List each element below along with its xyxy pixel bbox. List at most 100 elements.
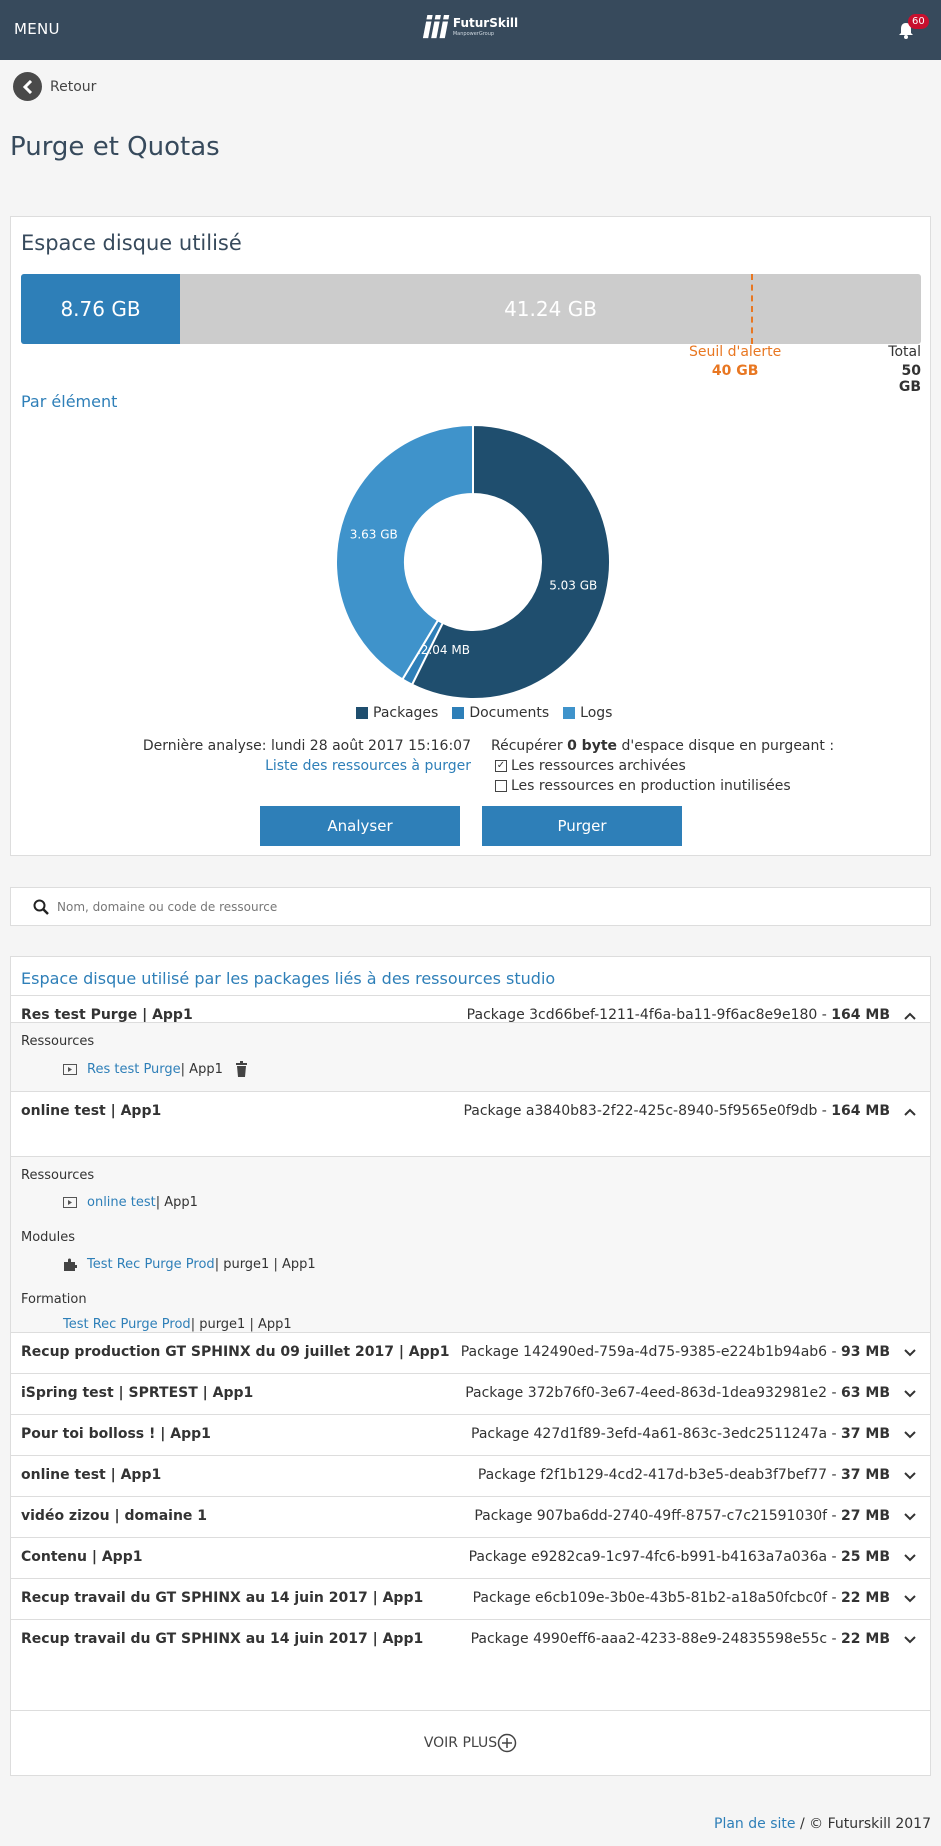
search-input[interactable]: Nom, domaine ou code de ressource [57,900,277,914]
trash-icon[interactable] [235,1061,248,1077]
recover-amount: 0 byte [567,738,618,754]
package-id: Package 427d1f89-3efd-4a61-863c-3edc2511… [471,1426,890,1442]
purge-list-link[interactable]: Liste des ressources à purger [265,758,471,774]
package-row[interactable]: iSpring test | SPRTEST | App1 Package 372… [11,1373,930,1414]
logo-sub: ManpowerGroup [452,31,495,37]
package-id: Package 372b76f0-3e67-4eed-863d-1dea9329… [465,1385,890,1401]
usage-donut-chart: 5.03 GB112.04 MB3.63 GB [335,423,611,700]
package-id: Package 142490ed-759a-4d75-9385-e224b1b9… [460,1344,890,1360]
package-size: 63 MB [841,1385,890,1401]
package-detail: Ressources online test | App1 Modules Te… [11,1156,930,1332]
par-element-heading: Par élément [21,392,118,411]
disk-free-segment: 41.24 GB [180,274,921,344]
package-id: Package e6cb109e-3b0e-43b5-81b2-a18a50fc… [472,1590,890,1606]
package-id: Package a3840b83-2f22-425c-8940-5f9565e0… [463,1103,890,1119]
chevron-down-icon[interactable] [904,1513,916,1521]
package-row[interactable]: Pour toi bolloss ! | App1 Package 427d1f8… [11,1414,930,1455]
package-name: vidéo zizou | domaine 1 [21,1508,208,1524]
voir-plus-label: VOIR PLUS [423,1735,498,1751]
voir-plus-button[interactable]: VOIR PLUS [11,1710,930,1775]
resource-search-box[interactable]: Nom, domaine ou code de ressource [10,887,931,926]
modules-label: Modules [21,1230,76,1245]
package-detail: Ressources Res test Purge | App1 [11,1022,930,1091]
package-row[interactable]: Recup production GT SPHINX du 09 juillet… [11,1332,930,1373]
search-icon [33,899,49,915]
package-name: online test | App1 [21,1103,162,1119]
threshold-label: Seuil d'alerte [689,344,782,360]
package-name: Recup travail du GT SPHINX au 14 juin 20… [21,1631,424,1647]
legend-label: Logs [580,705,613,721]
package-size: 37 MB [841,1426,890,1442]
resource-link[interactable]: online test [87,1195,156,1210]
package-size: 22 MB [841,1590,890,1606]
resources-label: Ressources [21,1168,95,1183]
legend-item-packages: Packages [356,705,438,721]
module-link[interactable]: Test Rec Purge Prod [87,1257,215,1272]
formation-label: Formation [21,1292,87,1307]
back-button[interactable]: Retour [13,72,96,101]
formation-item: Test Rec Purge Prod | purge1 | App1 [63,1317,292,1332]
package-row[interactable]: vidéo zizou | domaine 1 Package 907ba6dd-… [11,1496,930,1537]
back-label: Retour [50,78,97,95]
unused-label: Les ressources en production inutilisées [511,778,791,794]
chevron-up-icon[interactable] [904,1012,916,1020]
package-name: Recup production GT SPHINX du 09 juillet… [21,1344,450,1360]
package-size: 37 MB [841,1467,890,1483]
chevron-down-icon[interactable] [904,1636,916,1644]
recover-options: Récupérer 0 byte d'espace disque en purg… [491,736,834,796]
package-id: Package 907ba6dd-2740-49ff-8757-c7c21591… [474,1508,890,1524]
unused-checkbox[interactable] [495,780,507,792]
chevron-up-icon[interactable] [904,1108,916,1116]
package-row[interactable]: online test | App1 Package a3840b83-2f22-… [11,1091,930,1131]
video-resource-icon [63,1197,77,1208]
footer: Plan de site / © Futurskill 2017 [714,1816,931,1832]
legend-label: Packages [373,705,439,721]
package-name: iSpring test | SPRTEST | App1 [21,1385,254,1401]
option-unused[interactable]: Les ressources en production inutilisées [495,776,834,796]
disk-usage-panel: Espace disque utilisé 8.76 GB 41.24 GB S… [10,216,931,856]
archived-checkbox[interactable]: ✓ [495,760,507,772]
option-archived[interactable]: ✓ Les ressources archivées [495,756,834,776]
total-value: 50 GB [898,363,921,395]
disk-used-segment: 8.76 GB [21,274,180,344]
chevron-down-icon[interactable] [904,1472,916,1480]
copyright: / © Futurskill 2017 [795,1816,931,1832]
chevron-down-icon[interactable] [904,1349,916,1357]
notification-badge: 60 [908,14,929,29]
resource-item: online test | App1 [63,1195,198,1210]
total-info: Total 50 GB [877,344,921,395]
package-row[interactable]: online test | App1 Package f2f1b129-4cd2-… [11,1455,930,1496]
logo[interactable]: iii FuturSkill ManpowerGroup [422,14,518,44]
sitemap-link[interactable]: Plan de site [714,1816,795,1832]
package-row[interactable]: Recup travail du GT SPHINX au 14 juin 20… [11,1578,930,1619]
menu-button[interactable]: MENU [14,20,60,38]
resources-label: Ressources [21,1034,95,1049]
packages-title: Espace disque utilisé par les packages l… [21,969,556,988]
plus-circle-icon [497,1733,517,1753]
slice-label: 5.03 GB [549,579,597,593]
resource-link[interactable]: Res test Purge [87,1062,181,1077]
chevron-down-icon[interactable] [904,1554,916,1562]
package-name: online test | App1 [21,1467,162,1483]
package-row[interactable]: Contenu | App1 Package e9282ca9-1c97-4fc6… [11,1537,930,1578]
purge-button[interactable]: Purger [482,806,682,846]
package-size: 27 MB [841,1508,890,1524]
logo-mark-icon: iii [422,11,449,46]
package-name: Contenu | App1 [21,1549,143,1565]
chevron-down-icon[interactable] [904,1431,916,1439]
total-label: Total [888,344,921,360]
package-id: Package 4990eff6-aaa2-4233-88e9-24835598… [470,1631,890,1647]
archived-label: Les ressources archivées [511,758,686,774]
chevron-down-icon[interactable] [904,1595,916,1603]
package-id: Package 3cd66bef-1211-4f6a-ba11-9f6ac8e9… [466,1007,890,1023]
formation-link[interactable]: Test Rec Purge Prod [63,1317,191,1332]
recover-text: Récupérer 0 byte d'espace disque en purg… [491,738,835,754]
page-title: Purge et Quotas [10,132,220,162]
package-name: Pour toi bolloss ! | App1 [21,1426,211,1442]
module-item: Test Rec Purge Prod | purge1 | App1 [63,1257,316,1272]
threshold-info: Seuil d'alerte 40 GB [689,344,781,379]
analyse-button[interactable]: Analyser [260,806,460,846]
chevron-down-icon[interactable] [904,1390,916,1398]
package-row[interactable]: Recup travail du GT SPHINX au 14 juin 20… [11,1619,930,1710]
top-bar: MENU iii FuturSkill ManpowerGroup 60 [0,0,941,60]
